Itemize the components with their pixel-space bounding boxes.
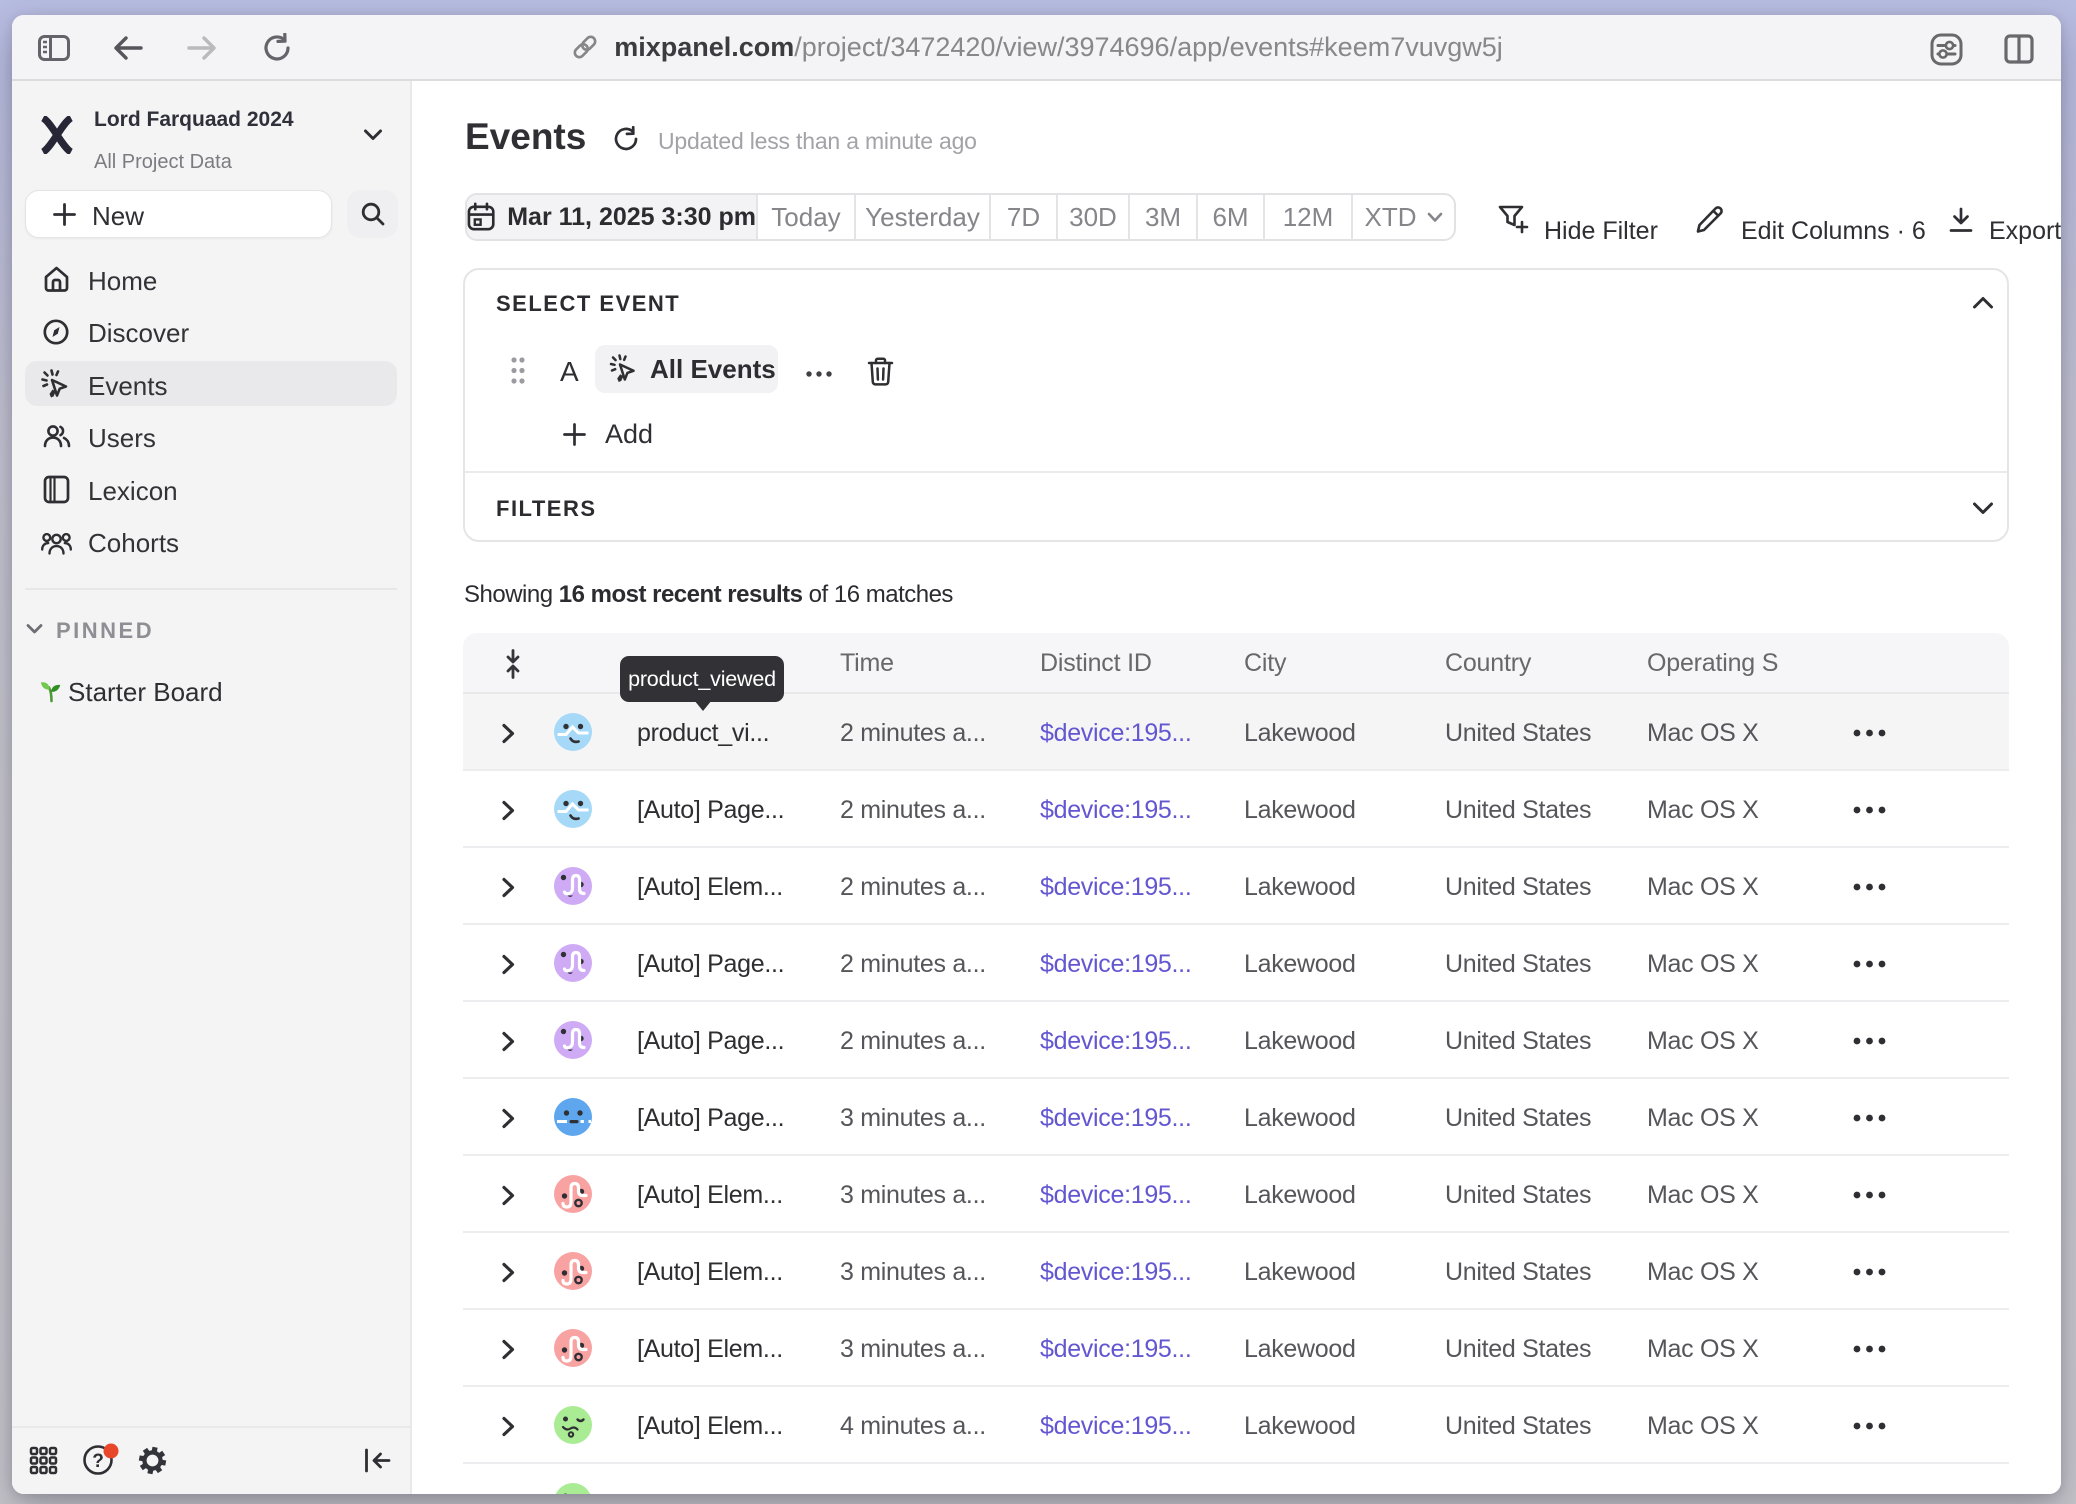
svg-text:?: ? <box>92 1451 104 1472</box>
